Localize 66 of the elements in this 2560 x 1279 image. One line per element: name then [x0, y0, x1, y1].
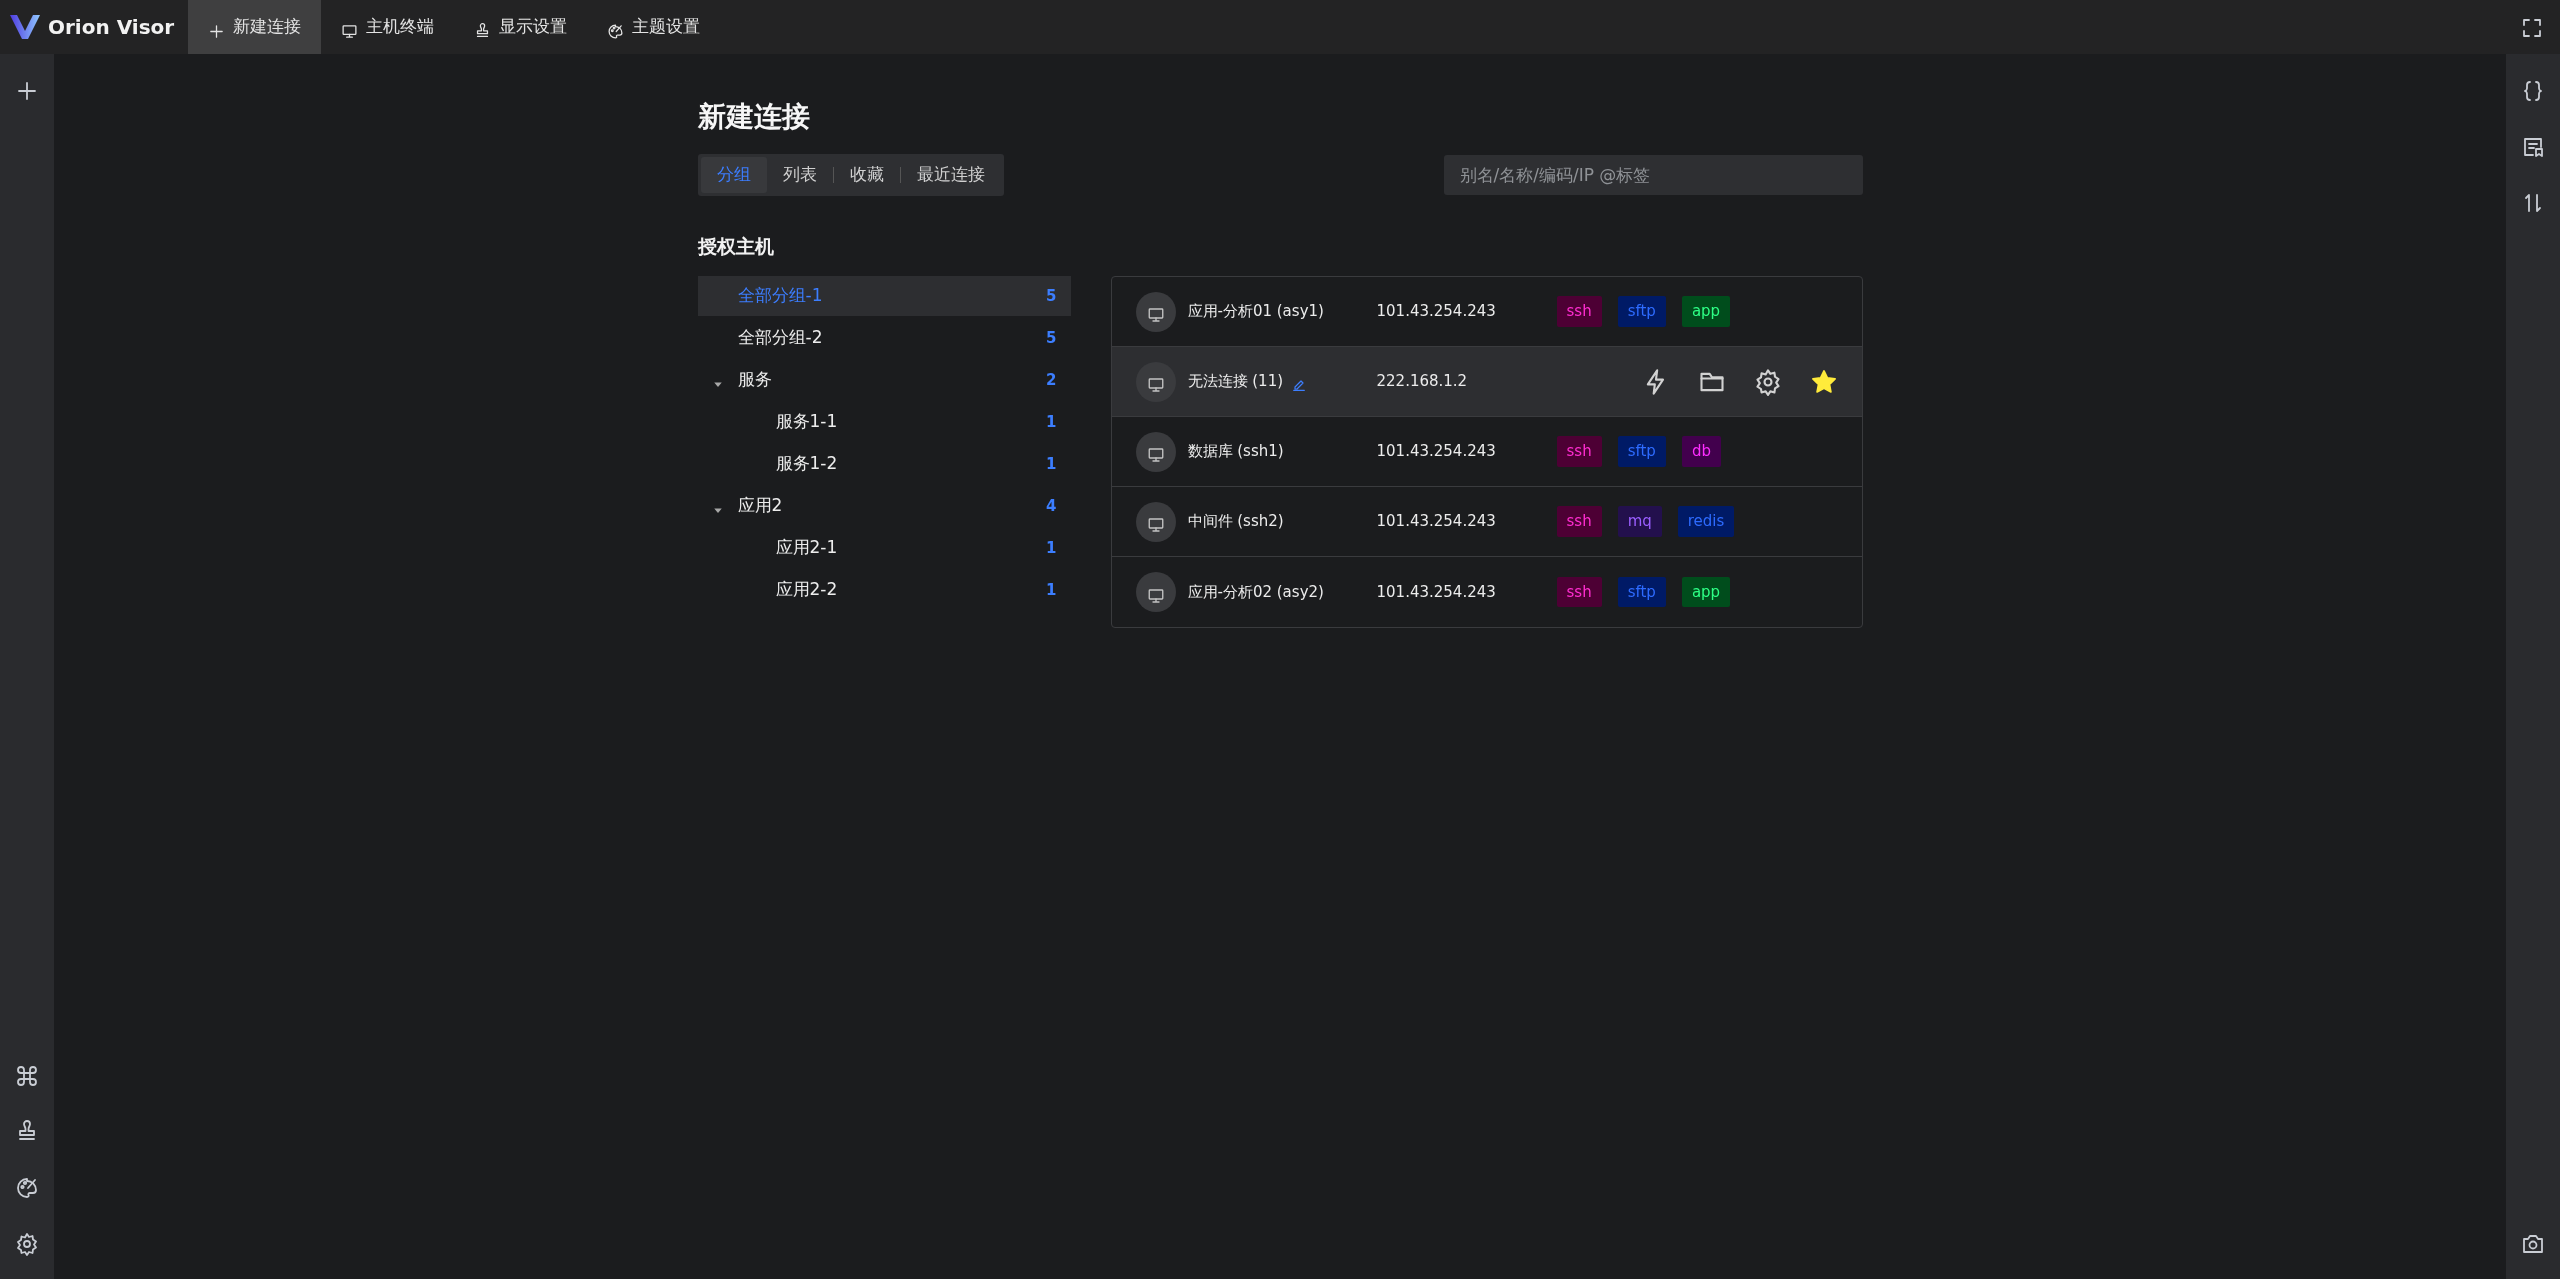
settings-button[interactable]: [1753, 367, 1782, 396]
host-row[interactable]: 应用-分析02 (asy2) 101.43.254.243 ssh sftp app: [1111, 557, 1862, 627]
monitor-icon: [1146, 376, 1165, 394]
tag: ssh: [1556, 506, 1602, 537]
tag: redis: [1677, 506, 1735, 537]
settings-button[interactable]: [15, 1231, 39, 1255]
braces-icon: [2521, 78, 2545, 103]
snippets-button[interactable]: [2521, 78, 2545, 102]
tag: ssh: [1556, 436, 1602, 467]
host-name: 应用-分析01 (asy1): [1187, 301, 1324, 323]
monitor-icon: [1146, 516, 1165, 534]
tag: ssh: [1556, 296, 1602, 327]
command-button[interactable]: [15, 1063, 39, 1087]
tag: app: [1681, 576, 1731, 608]
host-row[interactable]: 无法连接 (11) 222.168.1.2: [1111, 347, 1862, 417]
theme-button[interactable]: [15, 1175, 39, 1199]
palette-icon: [607, 23, 625, 40]
host-address: 101.43.254.243: [1376, 301, 1497, 323]
section-title: 授权主机: [697, 233, 775, 259]
command-icon: [15, 1063, 39, 1088]
favorite-button[interactable]: [1809, 367, 1838, 396]
view-tab[interactable]: 最近连接: [900, 157, 1001, 193]
nav-tab[interactable]: 主机终端: [321, 0, 455, 54]
host-name: 无法连接 (11): [1187, 371, 1284, 393]
palette-icon: [15, 1175, 39, 1200]
host-address: 222.168.1.2: [1376, 371, 1469, 393]
tag: db: [1681, 436, 1721, 467]
group-item[interactable]: 应用2-1 1: [697, 528, 1071, 568]
settings-icon: [1753, 367, 1782, 396]
group-item[interactable]: 全部分组-2 5: [697, 318, 1071, 358]
tag: sftp: [1617, 296, 1666, 327]
monitor-icon: [341, 23, 359, 40]
host-address: 101.43.254.243: [1376, 511, 1497, 533]
tag: ssh: [1556, 576, 1602, 608]
host-name: 应用-分析02 (asy2): [1187, 581, 1324, 603]
page-title: 新建连接: [697, 99, 811, 135]
view-tab[interactable]: 列表: [766, 157, 833, 193]
star-icon: [1809, 367, 1838, 396]
monitor-icon: [1146, 446, 1165, 464]
group-item[interactable]: 全部分组-1 5: [697, 276, 1071, 316]
logo: [10, 15, 40, 39]
nav-tab[interactable]: 显示设置: [454, 0, 588, 54]
group-item[interactable]: 服务 2: [697, 360, 1071, 400]
monitor-icon: [1146, 586, 1165, 605]
app-name: Orion Visor: [48, 14, 175, 41]
host-name: 中间件 (ssh2): [1187, 511, 1284, 533]
group-item[interactable]: 服务1-2 1: [697, 444, 1071, 484]
tag: mq: [1617, 506, 1662, 537]
view-tab[interactable]: 收藏: [833, 157, 900, 193]
tag: sftp: [1617, 436, 1666, 467]
host-name: 数据库 (ssh1): [1187, 441, 1284, 463]
nav-tab[interactable]: 新建连接: [188, 0, 322, 54]
group-item[interactable]: 应用2-2 1: [697, 570, 1071, 610]
host-row[interactable]: 中间件 (ssh2) 101.43.254.243 ssh mq redis: [1111, 487, 1862, 557]
group-item[interactable]: 应用2 4: [697, 486, 1071, 526]
plus-icon: [208, 23, 226, 40]
host-row[interactable]: 数据库 (ssh1) 101.43.254.243 ssh sftp db: [1111, 417, 1862, 487]
search-field[interactable]: 别名/名称/编码/IP @标签: [1443, 154, 1863, 195]
tag: app: [1681, 296, 1731, 327]
monitor-icon: [1146, 306, 1165, 324]
host-address: 101.43.254.243: [1376, 581, 1497, 603]
host-address: 101.43.254.243: [1376, 441, 1497, 463]
nav-tab[interactable]: 主题设置: [587, 0, 721, 54]
settings-icon: [15, 1231, 39, 1256]
tag: sftp: [1617, 576, 1666, 608]
group-item[interactable]: 服务1-1 1: [697, 402, 1071, 442]
